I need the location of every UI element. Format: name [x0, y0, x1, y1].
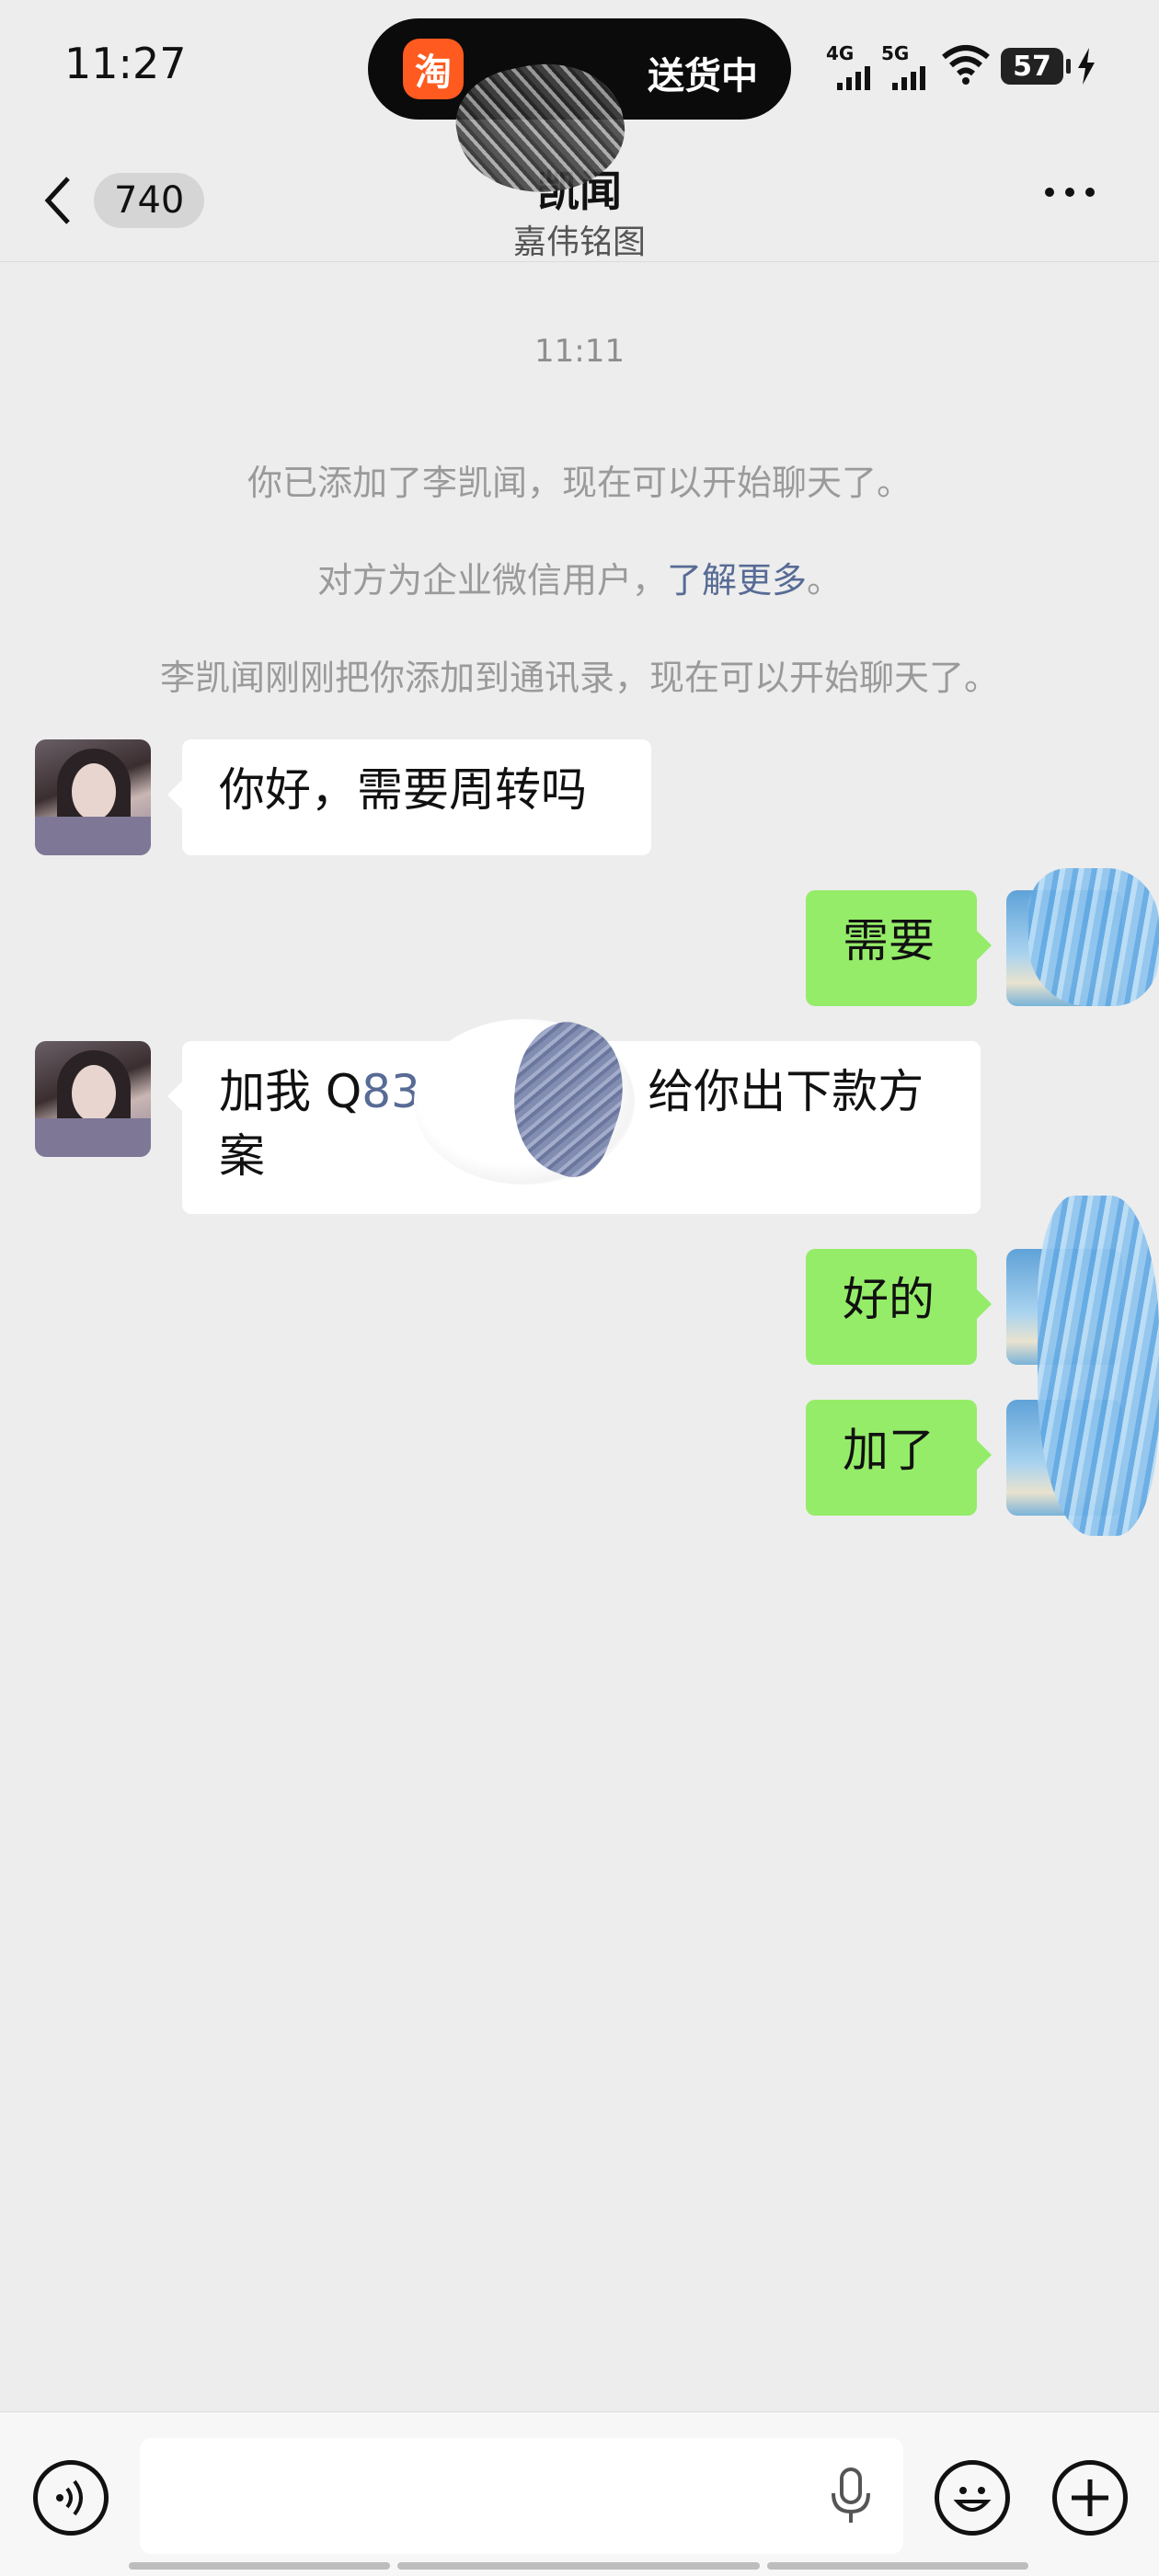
battery-indicator: 57	[1001, 48, 1071, 85]
wifi-icon	[942, 45, 990, 85]
emoji-icon	[953, 2487, 992, 2512]
redaction-scribble	[1038, 1196, 1159, 1536]
more-dot-icon	[1065, 188, 1074, 197]
system-message-suffix: 。	[807, 560, 843, 601]
message-text: 加我 Q	[219, 1065, 362, 1118]
more-actions-button[interactable]	[1052, 2460, 1128, 2536]
gesture-bar	[129, 2562, 390, 2570]
contact-avatar[interactable]	[35, 739, 151, 855]
more-dot-icon	[1045, 188, 1054, 197]
redaction-scribble	[1028, 868, 1159, 1006]
taobao-app-icon: 淘	[403, 39, 464, 99]
network-label-5g: 5G	[881, 42, 910, 64]
message-input-bar	[0, 2411, 1159, 2576]
plus-icon	[1072, 2479, 1108, 2516]
emoji-button[interactable]	[935, 2460, 1010, 2536]
outgoing-message-bubble[interactable]: 加了	[806, 1400, 992, 1516]
outgoing-message-bubble[interactable]: 好的	[806, 1249, 992, 1365]
voice-icon	[56, 2479, 83, 2516]
system-message: 李凯闻刚刚把你添加到通讯录，现在可以开始聊天了。	[159, 658, 999, 698]
island-status-text: 送货中	[648, 55, 758, 97]
voice-toggle-button[interactable]	[33, 2460, 109, 2536]
charging-bolt-icon	[1078, 48, 1095, 85]
unread-count-badge: 740	[94, 173, 205, 228]
qq-number-start: 83	[361, 1065, 420, 1118]
gesture-bar	[397, 2562, 760, 2570]
system-message: 你已添加了李凯闻，现在可以开始聊天了。	[247, 463, 912, 503]
microphone-icon[interactable]	[828, 2466, 874, 2526]
more-options-button[interactable]	[1045, 188, 1095, 197]
back-button[interactable]: 740	[37, 166, 212, 232]
outgoing-message-bubble[interactable]: 需要	[806, 890, 992, 1006]
chevron-left-icon	[44, 177, 70, 224]
more-dot-icon	[1085, 188, 1095, 197]
incoming-message-bubble[interactable]: 你好，需要周转吗	[167, 739, 651, 855]
system-message-enterprise: 对方为企业微信用户，了解更多。	[0, 552, 1159, 602]
learn-more-link[interactable]: 了解更多	[667, 560, 807, 601]
message-timestamp: 11:11	[534, 333, 625, 370]
clock: 11:27	[64, 39, 187, 88]
system-message-text: 对方为企业微信用户，	[316, 560, 667, 601]
gesture-bar	[767, 2562, 1028, 2570]
message-input[interactable]	[140, 2438, 903, 2554]
contact-avatar[interactable]	[35, 1041, 151, 1157]
network-label-4g: 4G	[826, 42, 855, 64]
